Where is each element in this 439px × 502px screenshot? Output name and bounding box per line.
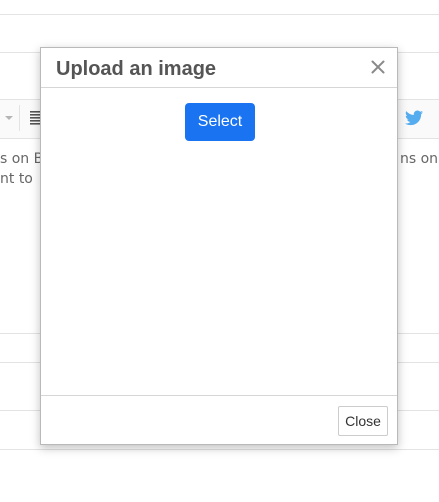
twitter-icon[interactable] [405,110,423,126]
divider [0,14,439,15]
background-text-left: s on B nt to [0,149,43,189]
background-text-line: nt to [0,171,33,187]
modal-header: Upload an image [41,48,397,88]
upload-image-modal: Upload an image Select Close [40,47,398,445]
background-text-line: ns on [400,151,439,167]
background-text-line: s on B [0,151,44,167]
close-icon[interactable] [371,60,385,74]
page-background: s on B nt to ns on Upload an image Selec… [0,0,439,502]
toolbar-separator [19,105,20,131]
background-text-right: ns on [400,149,438,169]
select-image-button[interactable]: Select [185,103,255,141]
modal-title: Upload an image [56,58,217,80]
modal-footer: Close [41,395,397,445]
close-button[interactable]: Close [338,406,388,436]
chevron-down-icon[interactable] [5,116,13,120]
divider [0,449,439,450]
